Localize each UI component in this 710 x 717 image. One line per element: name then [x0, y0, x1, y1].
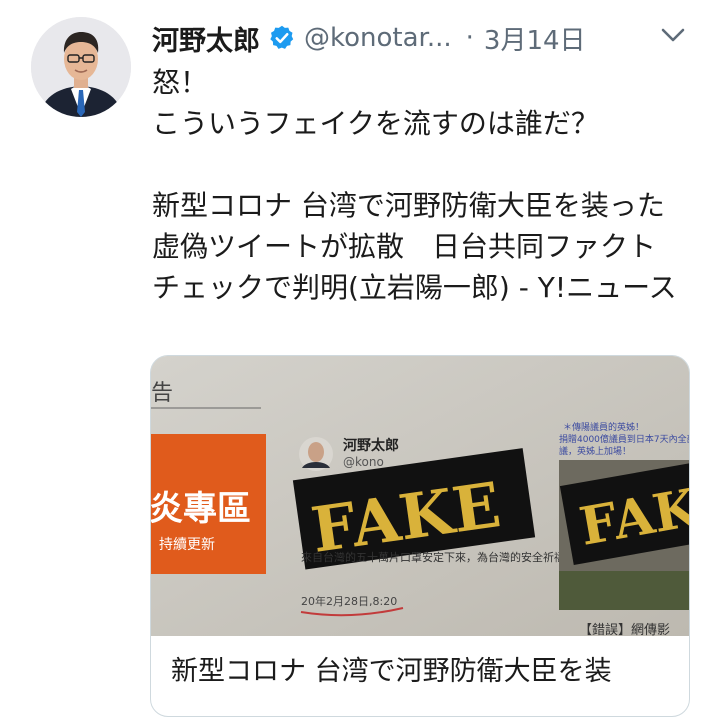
verified-badge-icon: [268, 24, 296, 52]
top-left-char: 告: [151, 381, 173, 406]
banner-big-text: 炎專區: [151, 489, 251, 529]
right-snippet-2: 捐贈4000億議員到日本7天內全部賣給: [559, 433, 689, 445]
link-preview-card[interactable]: 告 炎專區 持續更新 河野太郎 @kono FAKE 來自台灣的五十萬片口罩安定…: [150, 355, 690, 717]
embedded-text: 來自台灣的五十萬片口罩安定下來，為台灣的安全祈禱: [301, 550, 565, 564]
tweet-header: 河野太郎 @konotar... · 3月14日: [152, 18, 692, 58]
tweet-date[interactable]: 3月14日: [484, 20, 586, 57]
embedded-handle: @kono: [343, 455, 384, 469]
tweet-text: 怒！ こういうフェイクを流すのは誰だ？ 新型コロナ 台湾で河野防衛大臣を装った虚…: [152, 66, 677, 304]
banner-small-text: 持續更新: [159, 537, 215, 553]
author-handle[interactable]: @konotar...: [304, 23, 452, 53]
embedded-name: 河野太郎: [343, 437, 399, 454]
chevron-down-icon[interactable]: [660, 26, 686, 44]
card-thumbnail: 告 炎專區 持續更新 河野太郎 @kono FAKE 來自台灣的五十萬片口罩安定…: [151, 356, 689, 636]
embedded-date: 20年2月28日,8:20: [301, 594, 397, 608]
card-photo: 告 炎專區 持續更新 河野太郎 @kono FAKE 來自台灣的五十萬片口罩安定…: [151, 356, 689, 636]
card-title[interactable]: 新型コロナ 台湾で河野防衛大臣を装: [171, 652, 689, 692]
author-name[interactable]: 河野太郎: [152, 19, 260, 58]
header-separator: ·: [465, 23, 474, 53]
avatar-portrait: [31, 17, 131, 117]
right-snippet-1: ＊傳陽議員的英姊！: [563, 421, 644, 433]
right-snippet-3: 議，英姊上加場！: [559, 445, 631, 457]
bottom-caption: 【錯誤】網傳影: [579, 622, 670, 636]
author-avatar[interactable]: [31, 17, 131, 117]
